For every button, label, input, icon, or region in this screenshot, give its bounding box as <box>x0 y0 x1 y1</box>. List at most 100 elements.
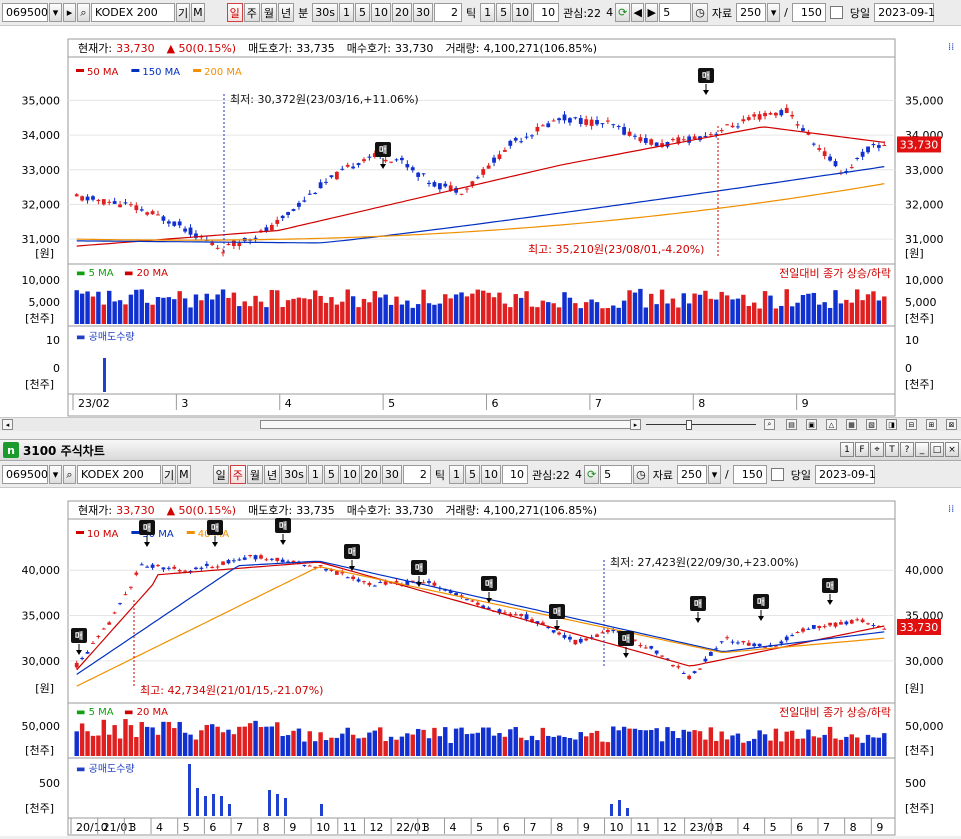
period-year-button-2[interactable]: 년 <box>264 465 281 484</box>
volume-bar <box>860 300 865 324</box>
period-month-button[interactable]: 월 <box>260 3 277 22</box>
menu-button-2[interactable]: M <box>177 465 191 484</box>
scrollbar-top[interactable]: ◂ ▸ ⌕ ▤ ▣ △ ▦ ▧ ◨ ⊟ ⊞ ⊠ <box>0 417 961 431</box>
tick-input-2[interactable]: 10 <box>533 3 560 22</box>
code-next-button[interactable]: ▸ <box>63 3 76 22</box>
clock-icon[interactable]: ◷ <box>692 3 708 22</box>
refresh-icon[interactable]: ⟳ <box>615 3 631 22</box>
zoom-icon[interactable]: ⌕ <box>764 419 775 430</box>
tool-icon-9[interactable]: ⊠ <box>946 419 957 430</box>
stock-chart-top[interactable]: ⁞⁞ 현재가: 33,730 ▲ 50(0.15%) 매도호가: 33,735 매수호가: 3… <box>0 26 961 417</box>
minute-20-button-2[interactable]: 20 <box>360 465 381 484</box>
tool-icon-1[interactable]: ▤ <box>786 419 797 430</box>
close-button[interactable]: × <box>945 442 959 457</box>
code-input-2[interactable]: 069500 <box>2 465 48 484</box>
tick-input-b[interactable]: 2 <box>402 465 431 484</box>
data-count-input-b[interactable]: 150 <box>732 465 767 484</box>
tick-input[interactable]: 2 <box>433 3 462 22</box>
window-btn-link[interactable]: ⌖ <box>870 442 884 457</box>
tool-icon-2[interactable]: ▣ <box>806 419 817 430</box>
tool-icon-5[interactable]: ▧ <box>866 419 877 430</box>
minute-10-button[interactable]: 10 <box>370 3 391 22</box>
period-month-button-2[interactable]: 월 <box>246 465 263 484</box>
minute-5-button[interactable]: 5 <box>354 3 370 22</box>
maximize-button[interactable]: □ <box>930 442 944 457</box>
period-week-button-2[interactable]: 주 <box>229 465 246 484</box>
code-dropdown-button[interactable]: ▾ <box>49 3 62 22</box>
candle-body <box>145 566 150 568</box>
tick-10-button[interactable]: 10 <box>512 3 533 22</box>
tick-input-b2[interactable]: 10 <box>501 465 528 484</box>
candle-body <box>524 614 529 620</box>
tick-1-button[interactable]: 1 <box>480 3 496 22</box>
candle-body <box>708 652 713 656</box>
search-icon[interactable]: ⌕ <box>77 3 90 22</box>
today-checkbox[interactable] <box>829 6 843 19</box>
refresh-icon-b[interactable]: ⟳ <box>583 465 600 484</box>
step-input[interactable]: 5 <box>659 3 692 22</box>
scroll-left-icon[interactable]: ◂ <box>2 419 13 430</box>
tick-5-button[interactable]: 5 <box>496 3 512 22</box>
name-field-2[interactable]: KODEX 200 <box>77 465 161 484</box>
minimize-button[interactable]: _ <box>915 442 929 457</box>
period-week-button[interactable]: 주 <box>243 3 260 22</box>
name-field[interactable]: KODEX 200 <box>91 3 175 22</box>
minute-10-button-2[interactable]: 10 <box>339 465 360 484</box>
info-button[interactable]: 기 <box>176 3 191 22</box>
date-input-b[interactable]: 2023-09-1 <box>814 465 876 484</box>
code-input[interactable]: 069500 <box>2 3 48 22</box>
candle-body <box>578 118 583 124</box>
clock-icon-b[interactable]: ◷ <box>633 465 649 484</box>
prev-arrow-icon[interactable]: ◀ <box>631 3 645 22</box>
period-year-button[interactable]: 년 <box>278 3 295 22</box>
window-btn-t[interactable]: T <box>885 442 899 457</box>
stock-chart-bottom[interactable]: ⁞⁞ 현재가: 33,730 ▲ 50(0.15%) 매도호가: 33,735 매수호가: 3… <box>0 488 961 836</box>
volume-bar <box>513 727 518 756</box>
settings-icon[interactable]: ⁞⁞ <box>948 42 954 53</box>
data-count-input[interactable]: 150 <box>791 3 826 22</box>
search-icon-2[interactable]: ⌕ <box>63 465 76 484</box>
minute-1-button-2[interactable]: 1 <box>307 465 323 484</box>
window-btn-help[interactable]: ? <box>900 442 914 457</box>
minute-30s-button[interactable]: 30s <box>312 3 338 22</box>
window-btn-f[interactable]: F <box>855 442 869 457</box>
next-arrow-icon[interactable]: ▶ <box>645 3 659 22</box>
volume-bar <box>453 728 459 756</box>
tool-icon-8[interactable]: ⊞ <box>926 419 937 430</box>
data-count-select-b[interactable]: 250 <box>677 465 708 484</box>
date-input[interactable]: 2023-09-1 <box>874 3 935 22</box>
today-checkbox-b[interactable] <box>770 468 784 481</box>
minute-5-button-2[interactable]: 5 <box>323 465 339 484</box>
settings-icon[interactable]: ⁞⁞ <box>948 504 954 515</box>
candle-body <box>107 201 112 203</box>
minute-1-button[interactable]: 1 <box>338 3 354 22</box>
minute-30-button[interactable]: 30 <box>412 3 433 22</box>
tool-icon-4[interactable]: ▦ <box>846 419 857 430</box>
tick-5-button-b[interactable]: 5 <box>464 465 480 484</box>
tool-icon-6[interactable]: ◨ <box>886 419 897 430</box>
window-titlebar[interactable]: n 3100 주식차트 1 F ⌖ T ? _ □ × <box>0 439 961 461</box>
scroll-thumb[interactable] <box>260 420 632 429</box>
candle-body <box>605 120 610 122</box>
zoom-slider[interactable] <box>686 420 692 430</box>
period-day-button[interactable]: 일 <box>226 3 243 22</box>
data-count-select[interactable]: 250 <box>736 3 767 22</box>
scroll-right-icon[interactable]: ▸ <box>630 419 641 430</box>
menu-button[interactable]: M <box>191 3 205 22</box>
tool-icon-3[interactable]: △ <box>826 419 837 430</box>
chevron-down-icon[interactable]: ▾ <box>767 3 781 22</box>
tool-icon-7[interactable]: ⊟ <box>906 419 917 430</box>
step-input-b[interactable]: 5 <box>600 465 633 484</box>
minute-30-button-2[interactable]: 30 <box>381 465 402 484</box>
code-dropdown-button-2[interactable]: ▾ <box>49 465 62 484</box>
window-btn-1[interactable]: 1 <box>840 442 854 457</box>
minute-20-button[interactable]: 20 <box>391 3 412 22</box>
volume-bar <box>686 731 692 756</box>
chevron-down-icon-b[interactable]: ▾ <box>708 465 722 484</box>
volume-bar <box>703 739 708 756</box>
tick-10-button-b[interactable]: 10 <box>480 465 501 484</box>
tick-1-button-b[interactable]: 1 <box>448 465 464 484</box>
period-day-button-2[interactable]: 일 <box>212 465 229 484</box>
minute-30s-button-2[interactable]: 30s <box>281 465 307 484</box>
info-button-2[interactable]: 기 <box>162 465 177 484</box>
